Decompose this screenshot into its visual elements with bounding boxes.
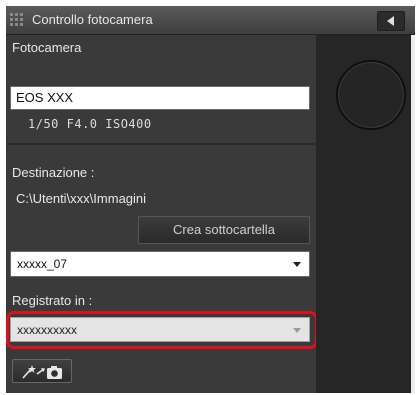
- collapse-arrow-icon: [387, 16, 394, 26]
- folder-select-value: xxxxx_07: [17, 257, 68, 271]
- camera-control-window: Controllo fotocamera Fotocamera EOS XXX …: [6, 6, 415, 393]
- grip-icon[interactable]: [10, 13, 24, 27]
- destination-path: C:\Utenti\xxx\Immagini: [16, 191, 147, 206]
- camera-settings-readout: 1/50 F4.0 ISO400: [28, 117, 152, 131]
- settings-panel: Fotocamera EOS XXX 1/50 F4.0 ISO400 Dest…: [6, 35, 318, 393]
- camera-model-field: EOS XXX: [10, 86, 310, 110]
- divider: [6, 143, 316, 145]
- window-title: Controllo fotocamera: [32, 12, 153, 27]
- wand-to-camera-icon: [22, 365, 62, 379]
- title-bar: Controllo fotocamera: [6, 6, 415, 35]
- camera-label: Fotocamera: [12, 40, 82, 55]
- chevron-down-icon: [293, 262, 301, 267]
- highlight-box: [6, 311, 318, 349]
- destination-label: Destinazione :: [12, 165, 95, 180]
- control-dial[interactable]: [336, 60, 406, 130]
- collapse-button[interactable]: [377, 11, 405, 31]
- wand-to-camera-button[interactable]: [12, 359, 72, 383]
- side-area: [316, 35, 415, 393]
- create-subfolder-button[interactable]: Crea sottocartella: [138, 216, 310, 244]
- folder-select[interactable]: xxxxx_07: [10, 251, 310, 277]
- edge-divider: [411, 35, 415, 393]
- saved-in-label: Registrato in :: [12, 293, 93, 308]
